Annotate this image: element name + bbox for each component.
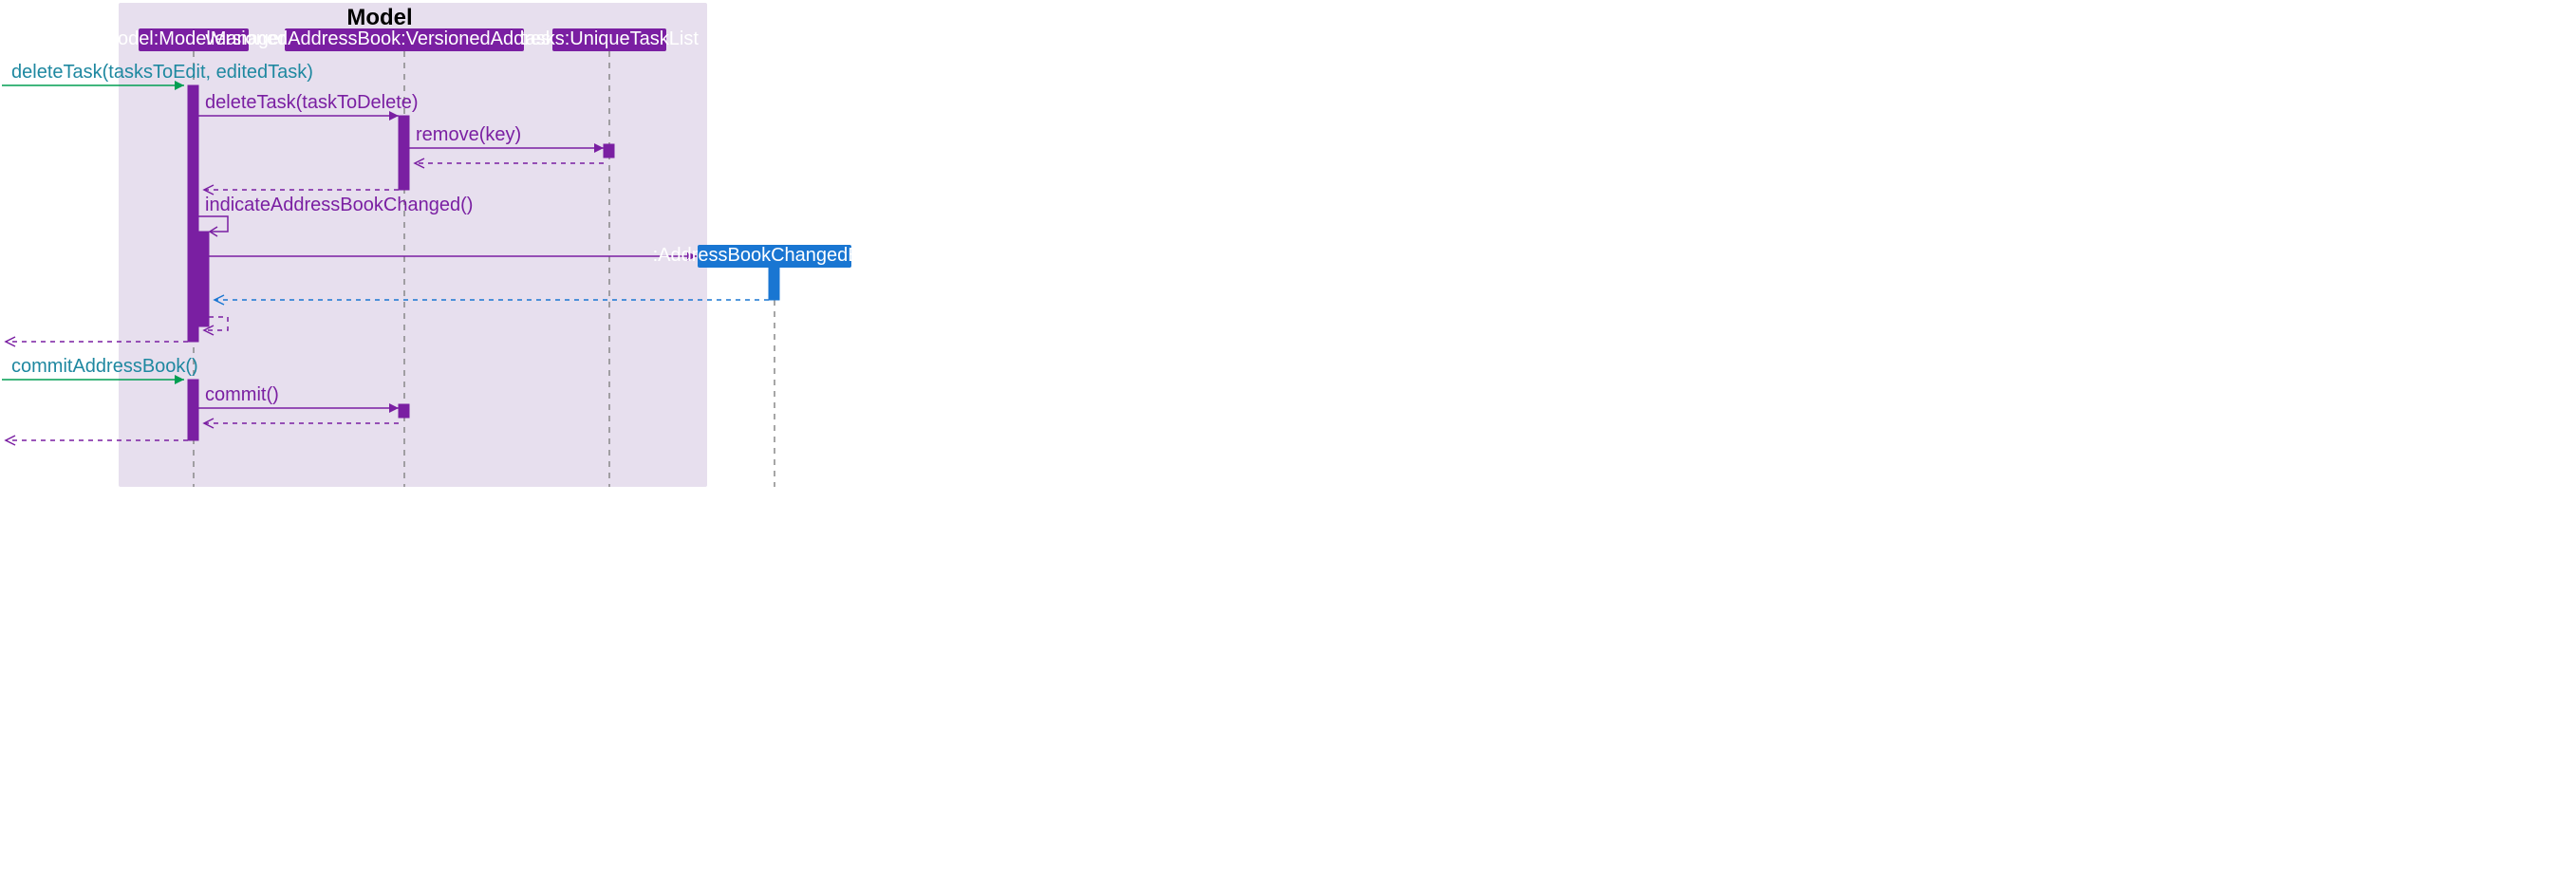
activation-vab-commit: [399, 404, 409, 418]
msg-remove: remove(key): [416, 124, 521, 145]
msg-indicate: indicateAddressBookChanged(): [205, 195, 473, 215]
activation-vab-delete: [399, 116, 409, 190]
activation-model-indicate: [198, 232, 209, 326]
participant-tasks-label: tasks:UniqueTaskList: [520, 28, 699, 49]
activation-model-commit: [188, 380, 198, 440]
sequence-diagram: Model model:ModelManager versionedAddres…: [0, 0, 1471, 512]
activation-tasks-remove: [604, 144, 614, 158]
msg-delete-task-int: deleteTask(taskToDelete): [205, 92, 419, 113]
frame-title: Model: [346, 5, 412, 30]
activation-event: [769, 268, 779, 300]
msg-commit-ab: commitAddressBook(): [11, 356, 198, 377]
msg-delete-task-ext: deleteTask(tasksToEdit, editedTask): [11, 62, 313, 83]
activation-model-main: [188, 85, 198, 342]
participant-event-label: :AddressBookChangedEvent: [653, 245, 897, 266]
msg-commit: commit(): [205, 384, 279, 405]
